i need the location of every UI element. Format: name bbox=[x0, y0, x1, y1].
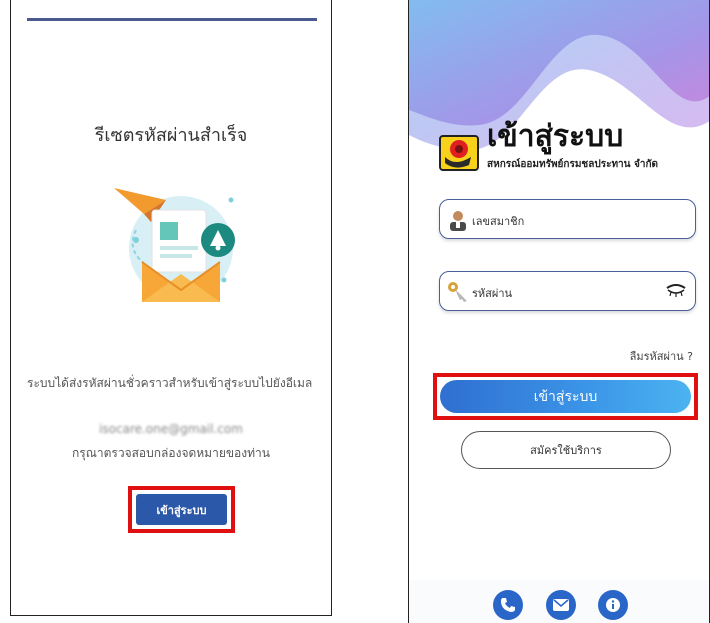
reset-success-screen: รีเซตรหัสผ่านสำเร็จ ระบบได้ส่งรหัสผ่านชั… bbox=[10, 0, 332, 616]
login-button-highlight: เข้าสู่ระบบ bbox=[433, 373, 698, 420]
organization-name: สหกรณ์ออมทรัพย์กรมชลประทาน จำกัด bbox=[487, 159, 658, 170]
eye-closed-icon[interactable] bbox=[665, 284, 687, 298]
login-button[interactable]: เข้าสู่ระบบ bbox=[440, 380, 691, 413]
cooperative-logo bbox=[439, 135, 479, 171]
envelope-glyph bbox=[553, 599, 569, 611]
email-address: isocare.one@gmail.com bbox=[99, 422, 243, 436]
info-glyph bbox=[606, 598, 620, 612]
phone-glyph bbox=[501, 598, 515, 612]
page-title: รีเซตรหัสผ่านสำเร็จ bbox=[94, 125, 248, 146]
member-number-placeholder: เลขสมาชิก bbox=[472, 215, 525, 228]
phone-icon[interactable] bbox=[493, 590, 523, 620]
login-button[interactable]: เข้าสู่ระบบ bbox=[136, 494, 227, 525]
info-icon[interactable] bbox=[598, 590, 628, 620]
password-placeholder: รหัสผ่าน bbox=[472, 287, 513, 300]
login-screen: เข้าสู่ระบบ สหกรณ์ออมทรัพย์กรมชลประทาน จ… bbox=[408, 0, 710, 623]
hand-gear-icon bbox=[445, 140, 471, 168]
user-icon bbox=[450, 211, 466, 231]
password-input[interactable]: รหัสผ่าน bbox=[439, 271, 696, 311]
mail-icon[interactable] bbox=[546, 590, 576, 620]
envelope-paperplane-bell-icon bbox=[114, 188, 235, 302]
register-button[interactable]: สมัครใช้บริการ bbox=[461, 431, 671, 469]
temporary-password-message: ระบบได้ส่งรหัสผ่านชั่วคราวสำหรับเข้าสู่ร… bbox=[27, 376, 313, 390]
key-icon bbox=[448, 282, 467, 302]
forgot-password-link[interactable]: ลืมรหัสผ่าน ? bbox=[630, 347, 693, 365]
member-number-input[interactable]: เลขสมาชิก bbox=[439, 199, 696, 239]
check-inbox-instruction: กรุณาตรวจสอบกล่องจดหมายของท่าน bbox=[72, 446, 270, 460]
page-title: เข้าสู่ระบบ bbox=[487, 119, 624, 154]
top-divider bbox=[27, 18, 317, 21]
login-button-highlight: เข้าสู่ระบบ bbox=[128, 486, 235, 533]
